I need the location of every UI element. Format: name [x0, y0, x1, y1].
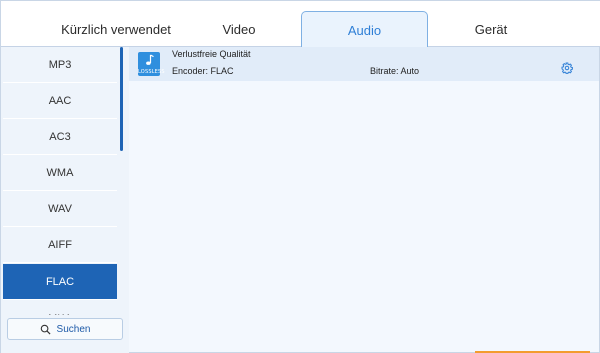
gear-icon[interactable] — [561, 62, 573, 74]
search-button[interactable]: Suchen — [7, 318, 123, 340]
format-item-mp3[interactable]: MP3 — [3, 47, 117, 83]
format-item-wav[interactable]: WAV — [3, 191, 117, 227]
search-label: Suchen — [56, 323, 91, 335]
tab-device[interactable]: Gerät — [441, 11, 541, 47]
format-item-ac3[interactable]: AC3 — [3, 119, 117, 155]
tab-recent[interactable]: Kürzlich verwendet — [21, 11, 211, 47]
format-item-mka[interactable]: MKA — [3, 301, 117, 316]
audio-file-icon: LOSSLESS — [138, 52, 165, 76]
preset-row[interactable]: LOSSLESS Verlustfreie Qualität Encoder: … — [129, 47, 599, 81]
format-dialog: Kürzlich verwendet Video Audio Gerät MP3… — [0, 0, 600, 353]
format-item-aiff[interactable]: AIFF — [3, 227, 117, 263]
preset-bitrate: Bitrate: Auto — [370, 66, 420, 76]
tab-video[interactable]: Video — [189, 11, 289, 47]
format-item-flac[interactable]: FLAC — [3, 264, 117, 300]
tab-audio[interactable]: Audio — [301, 11, 428, 48]
file-icon-label: LOSSLESS — [138, 69, 165, 75]
preset-panel: LOSSLESS Verlustfreie Qualität Encoder: … — [129, 47, 599, 352]
preset-encoder: Encoder: FLAC — [172, 66, 234, 76]
tab-bar: Kürzlich verwendet Video Audio Gerät — [1, 1, 600, 48]
search-icon — [40, 324, 51, 335]
preset-quality: Verlustfreie Qualität — [172, 49, 251, 59]
format-item-aac[interactable]: AAC — [3, 83, 117, 119]
format-sidebar: MP3 AAC AC3 WMA WAV AIFF FLAC MKA Suchen — [1, 47, 129, 353]
music-note-icon — [146, 54, 154, 65]
format-item-wma[interactable]: WMA — [3, 155, 117, 191]
scrollbar-thumb[interactable] — [120, 47, 123, 151]
format-list: MP3 AAC AC3 WMA WAV AIFF FLAC MKA — [1, 47, 119, 315]
format-list-scrollbar[interactable] — [119, 47, 125, 317]
